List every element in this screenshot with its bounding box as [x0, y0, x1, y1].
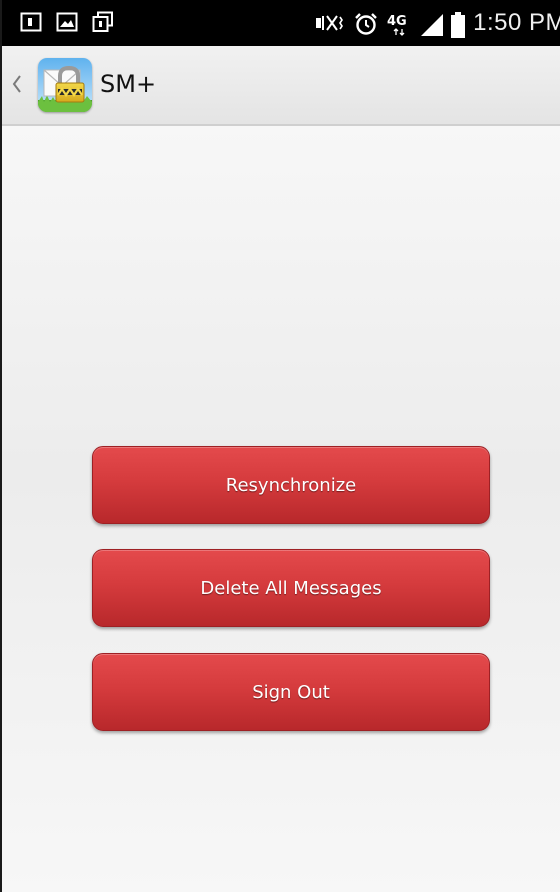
image-icon: [56, 11, 78, 33]
battery-icon: [451, 12, 466, 38]
signal-icon: [421, 12, 444, 36]
alarm-icon: [353, 12, 379, 35]
delete-all-messages-button[interactable]: Delete All Messages: [92, 549, 490, 627]
status-bar-time: 1:50 PM: [473, 9, 560, 36]
status-bar-system: 4G 1:50 PM: [315, 8, 560, 38]
mute-vibrate-icon: [315, 12, 345, 34]
notification-square-icon: [20, 11, 42, 33]
status-bar: 4G 1:50 PM: [2, 0, 560, 46]
network-4g-icon: 4G: [387, 12, 413, 36]
status-bar-notifications: [20, 11, 114, 33]
back-chevron-icon[interactable]: [10, 72, 24, 96]
app-title: SM+: [100, 70, 157, 98]
app-screen: 4G 1:50 PM SM+ Resynchronize Delete All …: [0, 0, 560, 892]
svg-text:4G: 4G: [387, 14, 407, 29]
app-logo[interactable]: [38, 58, 92, 112]
copy-icon: [92, 11, 114, 33]
action-bar: SM+: [2, 46, 560, 126]
sign-out-button[interactable]: Sign Out: [92, 653, 490, 731]
resynchronize-button[interactable]: Resynchronize: [92, 446, 490, 524]
